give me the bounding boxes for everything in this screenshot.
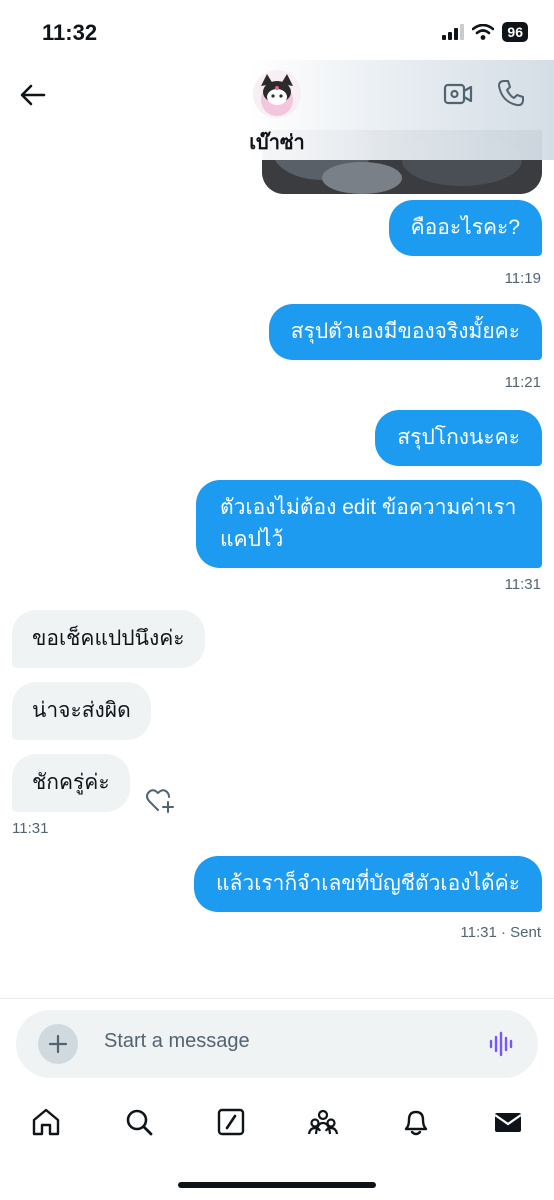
outgoing-message[interactable]: สรุปตัวเองมีของจริงมั้ยคะ	[268, 304, 542, 360]
contact-name[interactable]: เบ๊าซ่า	[0, 126, 554, 158]
message-timestamp: 11:31	[504, 576, 541, 593]
outgoing-message[interactable]: แล้วเราก็จำเลขที่บัญชีตัวเองได้ค่ะ	[194, 856, 542, 912]
status-icons: 96	[442, 22, 528, 42]
phone-call-icon[interactable]	[496, 78, 526, 108]
grok-icon[interactable]	[215, 1106, 247, 1138]
incoming-message[interactable]: ชักครู่ค่ะ	[12, 754, 130, 812]
home-indicator	[178, 1182, 376, 1188]
bottom-navigation	[0, 1100, 554, 1150]
message-input[interactable]: Start a message	[104, 1030, 250, 1053]
back-arrow-icon[interactable]	[18, 80, 48, 110]
message-timestamp: 11:19	[504, 270, 541, 287]
contact-avatar[interactable]	[253, 70, 301, 118]
wifi-icon	[472, 24, 495, 40]
home-icon[interactable]	[30, 1106, 62, 1138]
messages-envelope-icon[interactable]	[492, 1106, 524, 1138]
incoming-message[interactable]: น่าจะส่งผิด	[12, 682, 151, 740]
battery-indicator: 96	[502, 22, 528, 42]
outgoing-message[interactable]: คืออะไรคะ?	[388, 200, 542, 256]
conversation-header: เบ๊าซ่า	[0, 60, 554, 160]
message-status: 11:31 · Sent	[460, 924, 541, 941]
message-line: ตัวเองไม่ต้อง edit ข้อความค่าเรา	[220, 496, 517, 519]
outgoing-message[interactable]: สรุปโกงนะคะ	[375, 410, 542, 466]
message-line: แคปไว้	[220, 528, 284, 551]
video-call-icon[interactable]	[442, 78, 474, 110]
communities-icon[interactable]	[307, 1106, 339, 1138]
outgoing-message[interactable]: ตัวเองไม่ต้อง edit ข้อความค่าเรา แคปไว้	[196, 480, 542, 568]
message-composer[interactable]: Start a message	[16, 1010, 538, 1078]
message-timestamp: 11:21	[504, 374, 541, 391]
react-heart-icon[interactable]	[144, 784, 176, 816]
status-time: 11:32	[42, 20, 98, 45]
message-timestamp: 11:31	[12, 820, 49, 837]
plus-icon	[48, 1034, 68, 1054]
composer-divider	[0, 998, 554, 999]
signal-icon	[442, 24, 465, 40]
search-icon[interactable]	[123, 1106, 155, 1138]
incoming-message[interactable]: ขอเช็คแปปนึงค่ะ	[12, 610, 205, 668]
notifications-bell-icon[interactable]	[400, 1106, 432, 1138]
voice-message-icon[interactable]	[488, 1030, 516, 1058]
add-media-button[interactable]	[38, 1024, 78, 1064]
status-bar: 11:32 96	[0, 0, 554, 60]
